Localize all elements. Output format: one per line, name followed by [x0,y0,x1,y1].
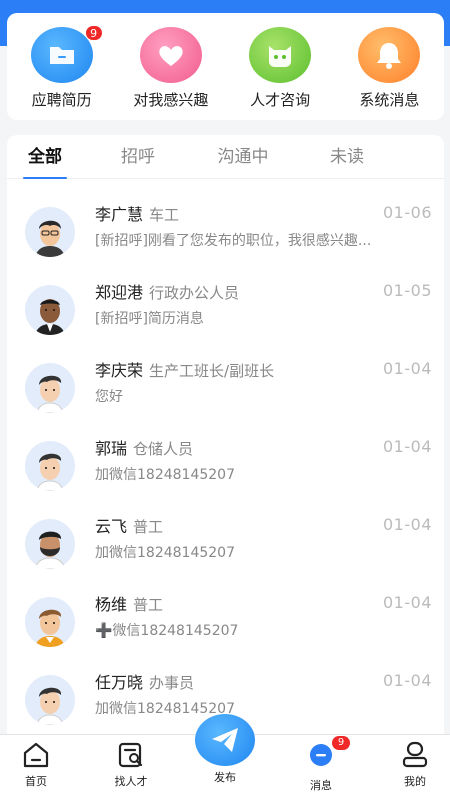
avatar [25,675,75,725]
heart-icon [139,27,202,83]
message-date: 01-06 [383,203,432,222]
contact-name-text: 杨维 [95,595,128,614]
contact-name: 郭瑞 仓储人员 [95,435,193,459]
message-preview: 加微信18248145207 [95,545,235,561]
contact-role: 车工 [149,206,180,224]
conversation-row[interactable]: 杨维 普工 01-04 ➕微信18248145207 [7,579,444,657]
publish-label: 发布 [214,771,236,784]
quick-action-interested[interactable]: 对我感兴趣 [121,27,221,110]
quick-action-system[interactable]: 系统消息 [339,27,439,110]
avatar [25,285,75,335]
contact-name: 云飞 普工 [95,513,163,537]
nav-label: 首页 [25,775,47,788]
tab-unread[interactable]: 未读 [319,135,375,179]
avatar [25,519,75,569]
contact-name-text: 郭瑞 [95,439,128,458]
messages-icon-wrap: 9 [306,736,350,773]
conversation-row[interactable]: 郑迎港 行政办公人员 01-05 [新招呼]简历消息 [7,267,444,345]
contact-role: 办事员 [149,674,195,692]
message-date: 01-04 [383,437,432,456]
search-document-icon [118,742,143,768]
cat-chat-icon [249,27,312,83]
paper-plane-icon [212,728,238,752]
message-tabs: 全部 招呼 沟通中 未读 [7,135,444,179]
quick-action-label: 应聘简历 [31,91,92,109]
contact-name: 李庆荣 生产工班长/副班长 [95,357,274,381]
message-date: 01-04 [383,593,432,612]
avatar [25,597,75,647]
contact-role: 行政办公人员 [149,284,240,302]
message-preview: [新招呼]简历消息 [95,311,204,327]
nav-messages[interactable]: 9 消息 [286,736,356,793]
contact-name: 郑迎港 行政办公人员 [95,279,239,303]
nav-label: 消息 [310,779,332,792]
contact-name: 任万晓 办事员 [95,669,194,693]
message-preview: 加微信18248145207 [95,467,235,483]
contact-name-text: 任万晓 [95,673,144,692]
contact-name-text: 李庆荣 [95,361,144,380]
contact-name: 杨维 普工 [95,591,163,615]
conversation-row[interactable]: 郭瑞 仓储人员 01-04 加微信18248145207 [7,423,444,501]
resume-count-badge: 9 [84,25,103,41]
message-preview: [新招呼]刚看了您发布的职位，我很感兴趣... [95,233,372,249]
conversation-row[interactable]: 云飞 普工 01-04 加微信18248145207 [7,501,444,579]
nav-home[interactable]: 首页 [1,741,71,789]
message-date: 01-05 [383,281,432,300]
avatar [25,441,75,491]
quick-action-label: 人才咨询 [250,91,311,109]
nav-label: 我的 [404,775,426,788]
quick-action-resumes[interactable]: 9 应聘简历 [12,25,112,110]
contact-name-text: 郑迎港 [95,283,144,302]
folder-icon: 9 [30,25,103,83]
message-list-card: 全部 招呼 沟通中 未读 李广慧 车工 01-06 [新招呼]刚看了您发布的职位，… [7,135,444,735]
message-preview: ➕微信18248145207 [95,623,239,639]
contact-role: 仓储人员 [133,440,194,458]
publish-button[interactable] [195,714,255,766]
contact-name: 李广慧 车工 [95,201,179,225]
tab-greetings[interactable]: 招呼 [110,135,166,179]
message-date: 01-04 [383,515,432,534]
contact-name-text: 李广慧 [95,205,144,224]
messages-count-badge: 9 [332,736,350,750]
contact-role: 普工 [133,518,164,536]
avatar [25,363,75,413]
user-icon [402,741,428,768]
nav-mine[interactable]: 我的 [380,741,450,789]
nav-find-talent[interactable]: 找人才 [96,741,166,789]
quick-actions-card: 9 应聘简历 对我感兴趣 人才咨询 系统消息 [7,13,444,120]
avatar [25,207,75,257]
tab-communicating[interactable]: 沟通中 [207,135,279,179]
quick-action-label: 对我感兴趣 [133,91,209,109]
contact-role: 生产工班长/副班长 [149,362,275,380]
message-date: 01-04 [383,671,432,690]
contact-role: 普工 [133,596,164,614]
tab-all[interactable]: 全部 [17,135,73,179]
contact-name-text: 云飞 [95,517,128,536]
message-preview: 您好 [95,389,123,405]
nav-label: 找人才 [114,775,148,788]
quick-action-consult[interactable]: 人才咨询 [230,27,330,110]
bell-icon [358,27,421,83]
conversation-row[interactable]: 李庆荣 生产工班长/副班长 01-04 您好 [7,345,444,423]
message-date: 01-04 [383,359,432,378]
conversation-row[interactable]: 李广慧 车工 01-06 [新招呼]刚看了您发布的职位，我很感兴趣... [7,189,444,267]
quick-action-label: 系统消息 [359,91,420,109]
home-icon [23,742,49,768]
